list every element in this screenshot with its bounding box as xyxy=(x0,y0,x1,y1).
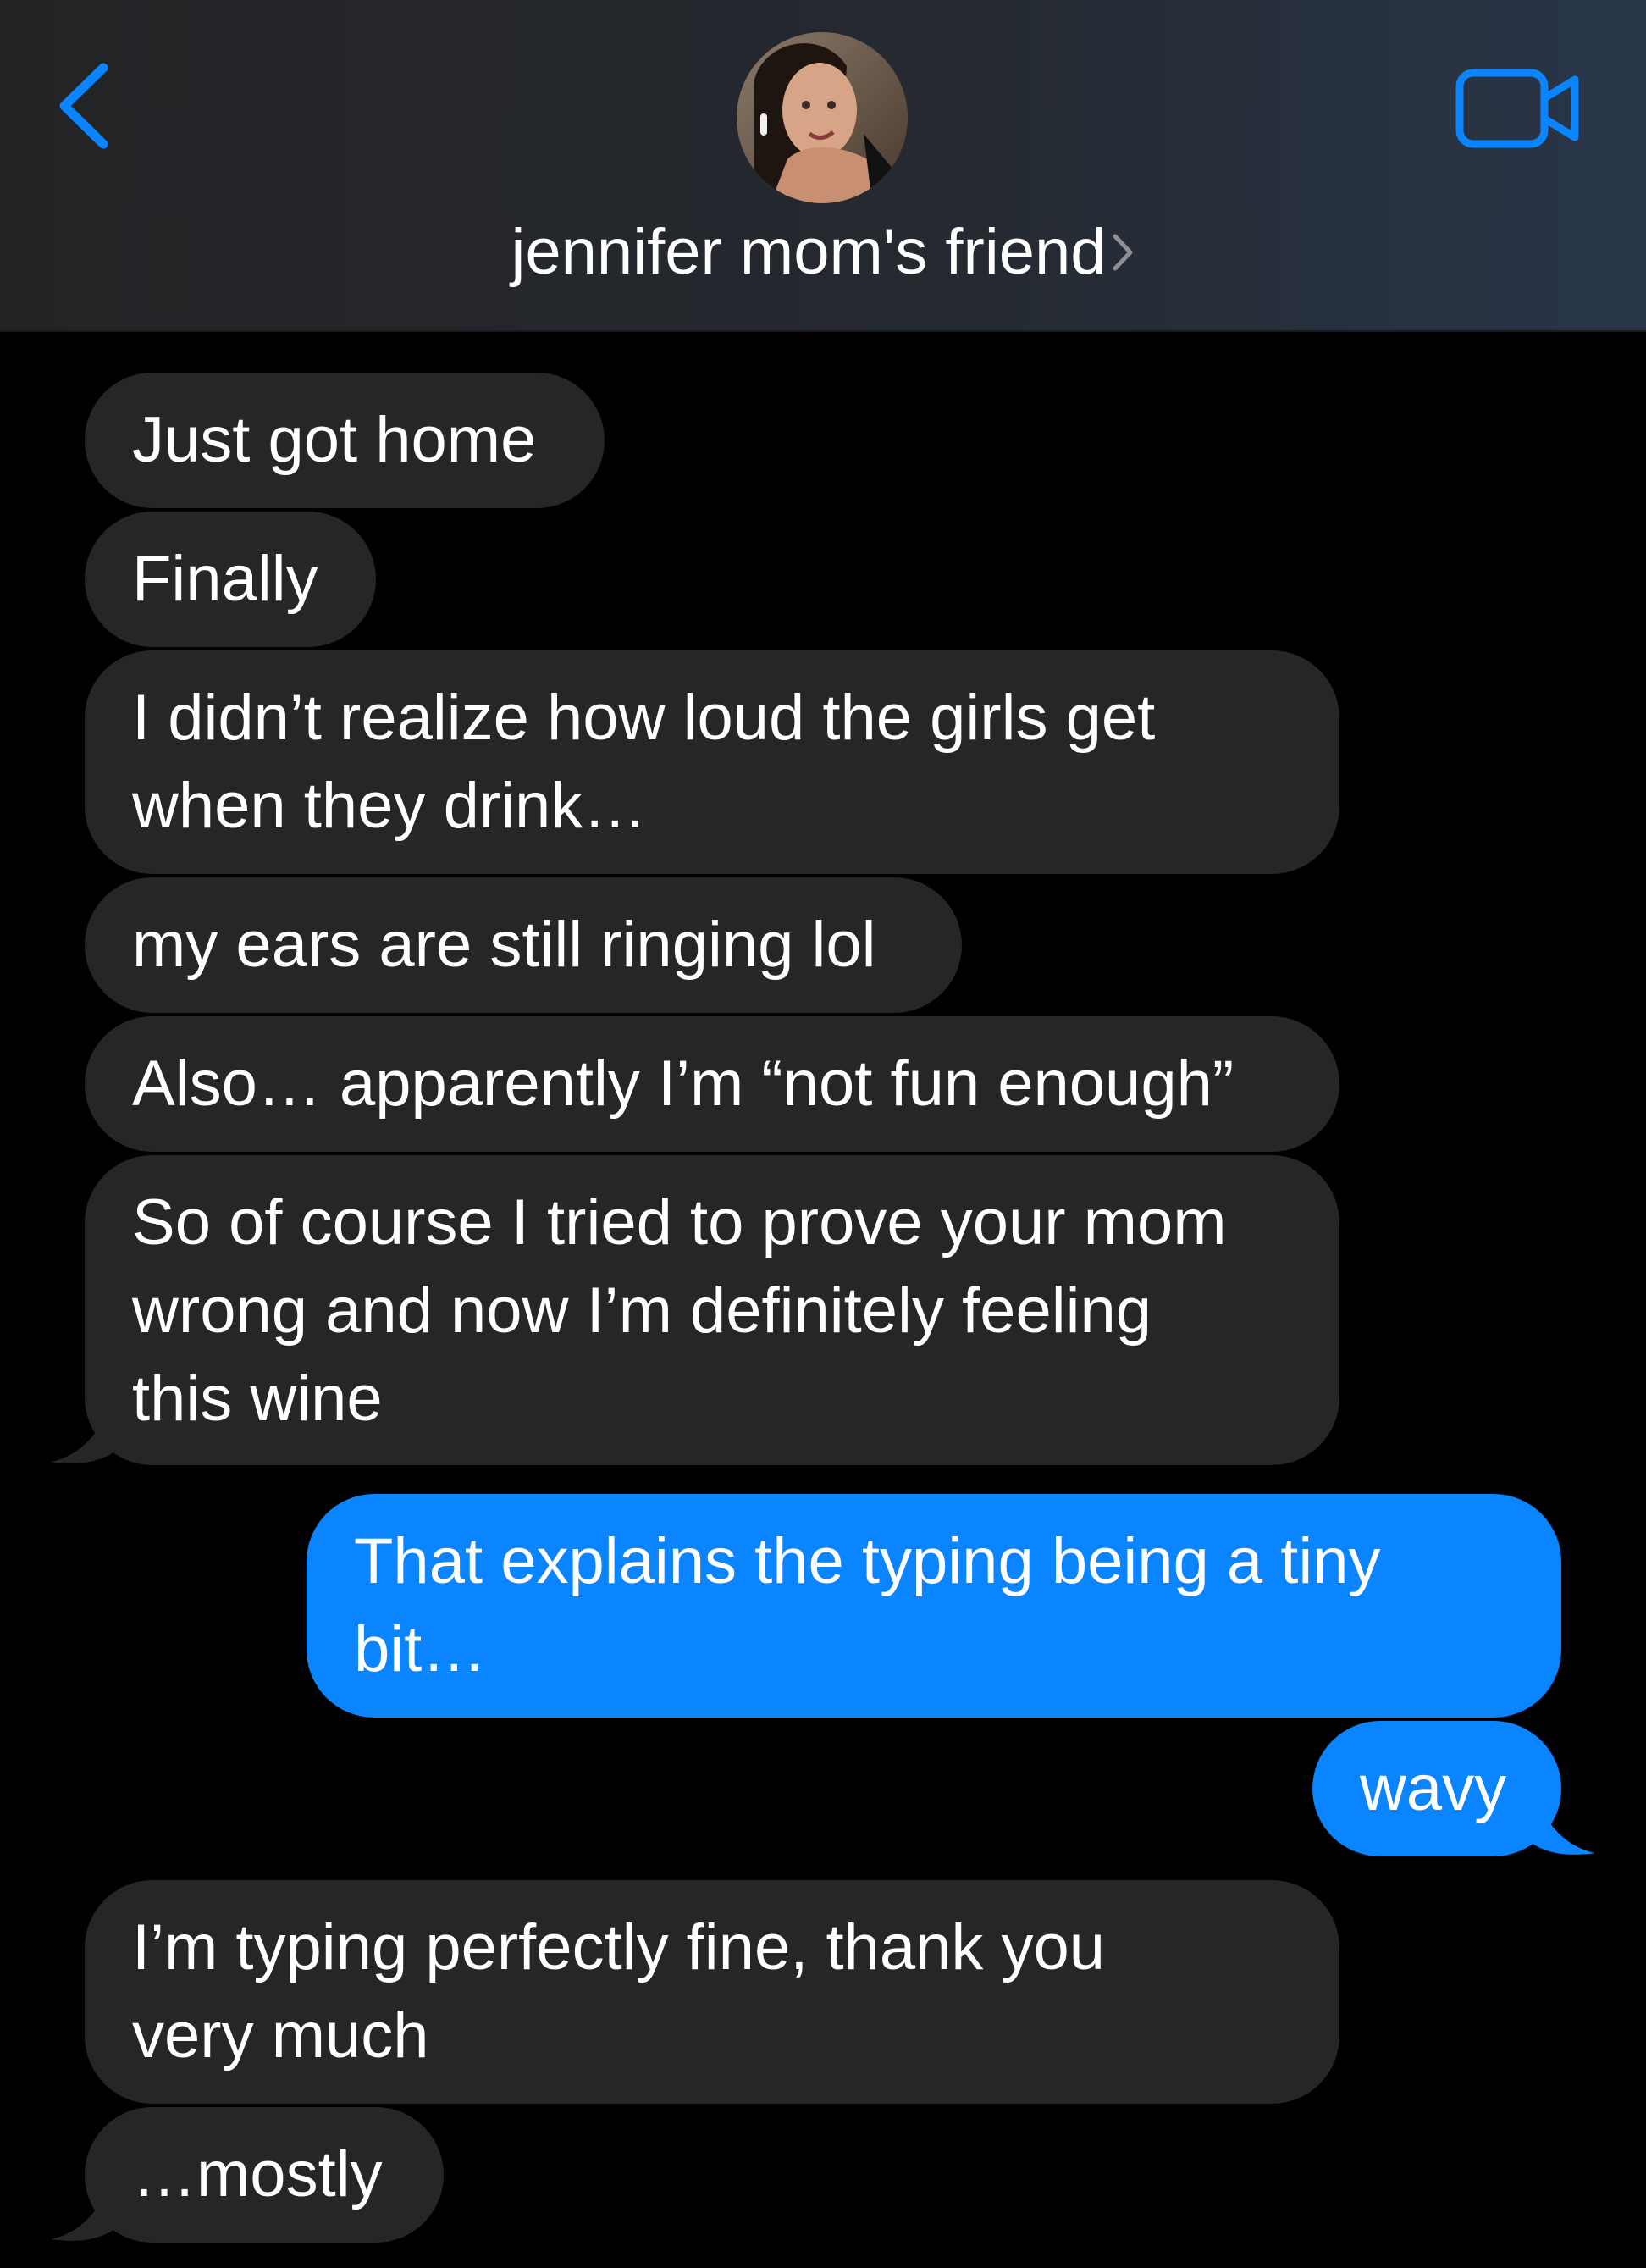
message-bubble-sent[interactable]: That explains the typing being a tiny bi… xyxy=(307,1494,1561,1718)
video-camera-icon xyxy=(1455,69,1579,148)
message-text: bit… xyxy=(354,1613,487,1685)
bubble-tail xyxy=(1519,1780,1595,1855)
contact-name: jennifer mom's friend xyxy=(511,216,1107,288)
message-text: my ears are still ringing lol xyxy=(132,909,876,981)
chevron-left-icon xyxy=(59,63,108,149)
bubble-tail xyxy=(51,1389,127,1463)
message-text: wavy xyxy=(1360,1752,1507,1824)
message-text: wrong and now I’m definitely feeling xyxy=(132,1275,1152,1347)
bubble-tail xyxy=(51,2166,127,2241)
back-button[interactable] xyxy=(51,59,119,152)
message-text: …mostly xyxy=(132,2138,383,2210)
message-text: So of course I tried to prove your mom xyxy=(132,1187,1227,1258)
message-text: this wine xyxy=(132,1363,383,1435)
contact-name-button[interactable]: jennifer mom's friend xyxy=(0,210,1646,295)
chevron-right-icon xyxy=(1113,234,1132,271)
message-text: I didn’t realize how loud the girls get xyxy=(132,682,1156,754)
message-text: I’m typing perfectly fine, thank you xyxy=(132,1911,1106,1983)
message-text: when they drink… xyxy=(132,770,648,842)
header-divider xyxy=(0,330,1646,332)
message-text: very much xyxy=(132,2000,429,2072)
message-text: Also… apparently I’m “not fun enough” xyxy=(132,1048,1234,1120)
message-text: That explains the typing being a tiny xyxy=(354,1525,1381,1597)
message-bubble-received[interactable]: I didn’t realize how loud the girls get … xyxy=(85,650,1339,874)
video-call-button[interactable] xyxy=(1455,66,1582,151)
message-bubble-received[interactable]: Just got home xyxy=(85,373,605,508)
conversation-header: jennifer mom's friend xyxy=(0,0,1646,330)
message-bubble-received[interactable]: I’m typing perfectly fine, thank you ver… xyxy=(85,1880,1339,2104)
message-bubble-received[interactable]: Finally xyxy=(85,512,376,647)
message-text: Just got home xyxy=(132,404,537,476)
message-bubble-received[interactable]: …mostly xyxy=(85,2107,444,2243)
avatar-photo xyxy=(737,32,908,203)
message-bubble-received[interactable]: my ears are still ringing lol xyxy=(85,877,962,1013)
contact-avatar[interactable] xyxy=(737,32,908,203)
message-text: Finally xyxy=(132,543,318,615)
message-bubble-received[interactable]: So of course I tried to prove your mom w… xyxy=(85,1155,1339,1465)
message-bubble-received[interactable]: Also… apparently I’m “not fun enough” xyxy=(85,1016,1339,1152)
